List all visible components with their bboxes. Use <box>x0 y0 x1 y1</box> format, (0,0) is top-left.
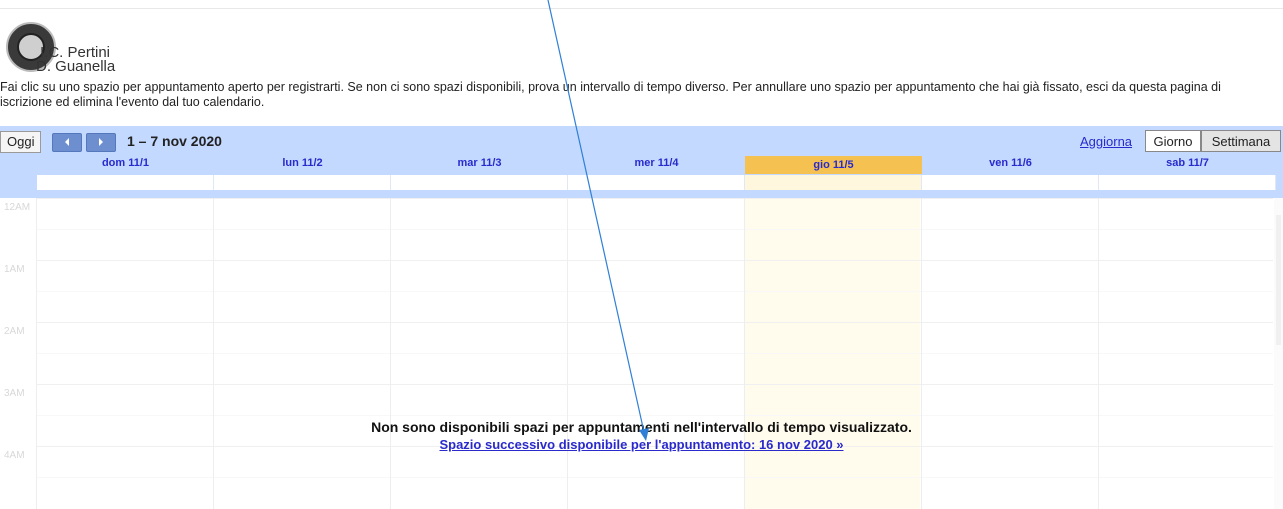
annotation-arrow <box>547 0 649 441</box>
